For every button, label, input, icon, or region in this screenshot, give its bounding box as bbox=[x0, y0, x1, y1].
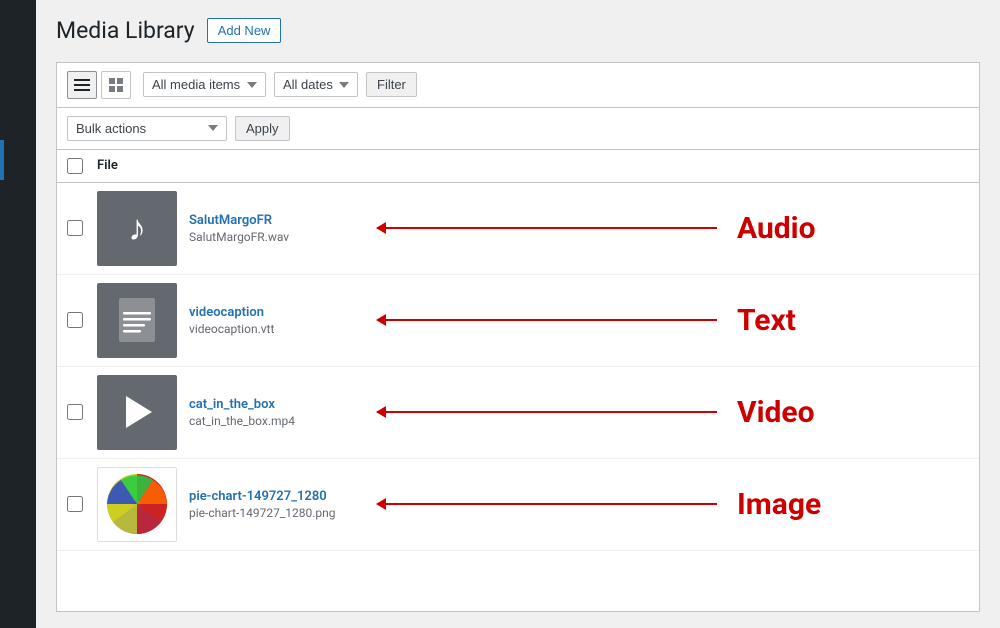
bulk-actions-select[interactable]: Bulk actions Delete permanently bbox=[67, 116, 227, 141]
arrow-shaft-2 bbox=[377, 319, 717, 321]
row-1-name[interactable]: SalutMargoFR bbox=[189, 213, 377, 228]
row-3-file-section: cat_in_the_box cat_in_the_box.mp4 bbox=[97, 375, 377, 450]
row-3-filename: cat_in_the_box.mp4 bbox=[189, 414, 377, 428]
row-3-name[interactable]: cat_in_the_box bbox=[189, 397, 377, 412]
filter-button[interactable]: Filter bbox=[366, 72, 417, 97]
add-new-button[interactable]: Add New bbox=[207, 18, 282, 43]
bulk-actions-bar: Bulk actions Delete permanently Apply bbox=[56, 108, 980, 150]
image-thumbnail bbox=[97, 467, 177, 542]
row-4-filename: pie-chart-149727_1280.png bbox=[189, 506, 377, 520]
media-table: File ♪ SalutMargoFR SalutMargoFR.wav bbox=[56, 150, 980, 612]
document-icon bbox=[117, 296, 157, 344]
arrow-shaft-3 bbox=[377, 411, 717, 413]
file-column-header: File bbox=[97, 158, 969, 173]
media-type-filter[interactable]: All media items Images Audio Video Docum… bbox=[143, 72, 266, 97]
row-4-file-section: pie-chart-149727_1280 pie-chart-149727_1… bbox=[97, 467, 377, 542]
select-all-checkbox[interactable] bbox=[67, 158, 83, 174]
list-icon bbox=[74, 79, 90, 91]
row-1-annotation-section: Audio bbox=[377, 211, 969, 246]
row-1-file-section: ♪ SalutMargoFR SalutMargoFR.wav bbox=[97, 191, 377, 266]
row-2-checkbox[interactable] bbox=[67, 312, 83, 328]
row-2-info: videocaption videocaption.vtt bbox=[189, 305, 377, 336]
row-3-info: cat_in_the_box cat_in_the_box.mp4 bbox=[189, 397, 377, 428]
audio-thumbnail: ♪ bbox=[97, 191, 177, 266]
row-checkbox-col bbox=[67, 496, 97, 512]
list-view-button[interactable] bbox=[67, 71, 97, 99]
video-thumbnail bbox=[97, 375, 177, 450]
page-header: Media Library Add New bbox=[56, 16, 980, 46]
table-row: pie-chart-149727_1280 pie-chart-149727_1… bbox=[57, 459, 979, 551]
play-icon bbox=[126, 396, 152, 428]
arrow-shaft-1 bbox=[377, 227, 717, 229]
apply-button[interactable]: Apply bbox=[235, 116, 290, 141]
row-3-annotation-section: Video bbox=[377, 395, 969, 430]
row-4-checkbox[interactable] bbox=[67, 496, 83, 512]
row-1-arrow bbox=[377, 227, 717, 229]
row-checkbox-col bbox=[67, 220, 97, 236]
row-3-checkbox[interactable] bbox=[67, 404, 83, 420]
row-2-name[interactable]: videocaption bbox=[189, 305, 377, 320]
date-filter[interactable]: All dates 2024 2023 bbox=[274, 72, 358, 97]
row-4-annotation-label: Image bbox=[737, 487, 837, 522]
toolbar: All media items Images Audio Video Docum… bbox=[56, 62, 980, 108]
sidebar-active-indicator bbox=[0, 140, 4, 180]
row-2-file-section: videocaption videocaption.vtt bbox=[97, 283, 377, 358]
header-checkbox-col bbox=[67, 158, 97, 174]
row-1-info: SalutMargoFR SalutMargoFR.wav bbox=[189, 213, 377, 244]
table-row: ♪ SalutMargoFR SalutMargoFR.wav Audio bbox=[57, 183, 979, 275]
row-1-annotation-label: Audio bbox=[737, 211, 837, 246]
grid-icon bbox=[109, 78, 123, 92]
sidebar bbox=[0, 0, 36, 628]
main-content: Media Library Add New bbox=[36, 0, 1000, 628]
music-note-icon: ♪ bbox=[128, 207, 146, 249]
row-3-arrow bbox=[377, 411, 717, 413]
grid-view-button[interactable] bbox=[101, 71, 131, 99]
table-header: File bbox=[57, 150, 979, 183]
row-checkbox-col bbox=[67, 404, 97, 420]
text-thumbnail bbox=[97, 283, 177, 358]
arrow-shaft-4 bbox=[377, 503, 717, 505]
row-2-annotation-label: Text bbox=[737, 303, 837, 338]
row-3-annotation-label: Video bbox=[737, 395, 837, 430]
row-4-arrow bbox=[377, 503, 717, 505]
pie-chart-preview bbox=[99, 468, 175, 540]
table-row: videocaption videocaption.vtt Text bbox=[57, 275, 979, 367]
row-4-annotation-section: Image bbox=[377, 487, 969, 522]
row-4-info: pie-chart-149727_1280 pie-chart-149727_1… bbox=[189, 489, 377, 520]
row-2-filename: videocaption.vtt bbox=[189, 322, 377, 336]
view-toggle bbox=[67, 71, 131, 99]
row-4-name[interactable]: pie-chart-149727_1280 bbox=[189, 489, 377, 504]
row-checkbox-col bbox=[67, 312, 97, 328]
row-2-annotation-section: Text bbox=[377, 303, 969, 338]
row-1-filename: SalutMargoFR.wav bbox=[189, 230, 377, 244]
table-row: cat_in_the_box cat_in_the_box.mp4 Video bbox=[57, 367, 979, 459]
row-2-arrow bbox=[377, 319, 717, 321]
row-1-checkbox[interactable] bbox=[67, 220, 83, 236]
page-title: Media Library bbox=[56, 16, 195, 46]
